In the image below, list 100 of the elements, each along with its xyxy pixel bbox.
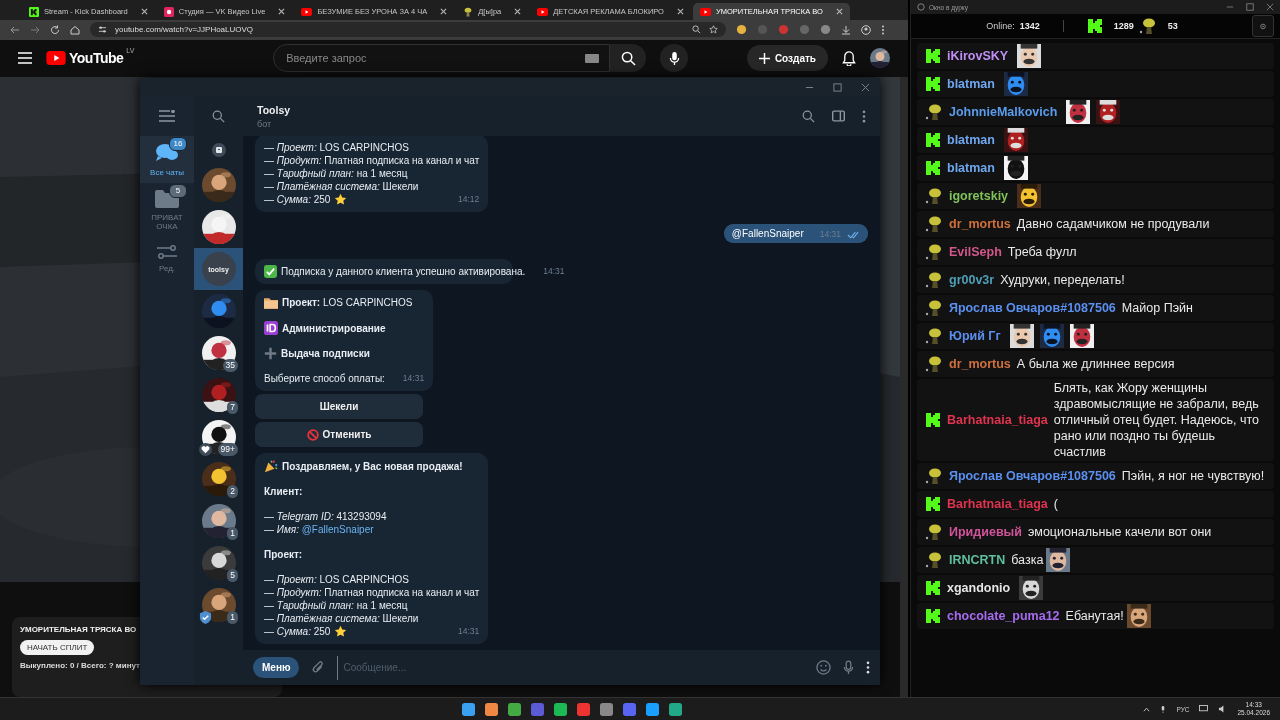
chat-item[interactable]: 1 — [194, 584, 243, 626]
menu-button[interactable]: Меню — [253, 657, 300, 678]
username[interactable]: Иридиевый — [949, 524, 1022, 540]
taskbar-app-icon[interactable] — [668, 702, 682, 716]
scrollbar[interactable] — [900, 77, 908, 697]
message-text: — Сумма: 250 — [264, 625, 331, 638]
mascot-icon — [925, 327, 943, 345]
mascot-icon — [925, 103, 943, 121]
microphone-icon[interactable] — [1160, 704, 1167, 714]
forward-icon[interactable] — [30, 24, 40, 35]
message-text: — Тарифный план: на 1 месяц — [264, 599, 408, 612]
more-icon[interactable] — [881, 24, 885, 35]
message-text: эмоциональные качели вот они — [1027, 524, 1212, 540]
viewer-count: 53 — [1167, 21, 1178, 31]
taskbar-app-icon[interactable] — [484, 702, 498, 716]
bell-icon[interactable] — [842, 50, 856, 66]
maximize-icon[interactable] — [1246, 3, 1254, 11]
username[interactable]: dr_mortus — [949, 356, 1011, 372]
taskbar-app-icon[interactable] — [553, 702, 567, 716]
site-logo[interactable]: YouTube — [69, 50, 124, 67]
username[interactable]: xgandonio — [947, 580, 1011, 596]
username[interactable]: Ярослав Овчаров#1087506 — [949, 468, 1116, 484]
username[interactable]: blatman — [947, 160, 995, 176]
message-text: — Платёжная система: Шекели — [264, 612, 419, 625]
username[interactable]: blatman — [947, 132, 995, 148]
username[interactable]: Barhatnaia_tiaga — [947, 496, 1048, 512]
message-text: — Продукт: Платная подписка на канал и чат — [264, 586, 480, 599]
taskbar-app-icon[interactable] — [530, 702, 544, 716]
close-icon[interactable] — [1266, 3, 1274, 11]
voice-search-button[interactable] — [660, 44, 689, 73]
create-button[interactable]: Создать — [746, 45, 828, 72]
close-icon[interactable] — [440, 8, 448, 15]
username[interactable]: Юрий Гг — [949, 328, 1001, 344]
message-text: Майор Пэйн — [1121, 300, 1193, 316]
more-icon[interactable] — [866, 661, 870, 674]
username[interactable]: igoretskiy — [949, 188, 1009, 204]
app-icon — [917, 3, 925, 11]
search-input[interactable]: Введите запрос — [284, 51, 586, 66]
mascot-icon — [925, 355, 943, 373]
online-label: Online: — [986, 21, 1015, 31]
close-icon[interactable] — [278, 8, 286, 15]
download-icon[interactable] — [841, 24, 851, 35]
taskbar-app-icon[interactable] — [461, 702, 475, 716]
message-input[interactable]: Сообщение... — [341, 661, 804, 674]
settings-button[interactable] — [1252, 15, 1274, 37]
mascot-icon — [925, 271, 943, 289]
site-info-icon[interactable] — [98, 25, 107, 35]
emoji-icon[interactable] — [816, 660, 831, 675]
username[interactable]: blatman — [947, 76, 995, 92]
search-button[interactable] — [610, 44, 647, 73]
logo-icon — [925, 496, 941, 512]
close-icon[interactable] — [676, 8, 684, 15]
logo-icon — [925, 132, 941, 148]
bookmark-star-icon[interactable] — [709, 25, 718, 35]
zoom-icon[interactable] — [692, 25, 701, 35]
username[interactable]: JohnnieMalkovich — [949, 104, 1058, 120]
username[interactable]: Ярослав Овчаров#1087506 — [949, 300, 1116, 316]
message-text: Давно садамчиком не продували — [1016, 216, 1210, 232]
search-field[interactable]: Введите запрос — [273, 44, 611, 73]
message-text: Ебанутая! — [1065, 608, 1124, 624]
mascot-icon — [1138, 17, 1157, 35]
mascot-icon — [925, 523, 943, 541]
logo-icon — [925, 76, 941, 92]
logo-icon — [925, 580, 941, 596]
close-icon[interactable] — [140, 8, 148, 15]
message-text: Пэйн, я ног не чувствую! — [1121, 468, 1265, 484]
username[interactable]: IRNCRTN — [949, 552, 1006, 568]
profile-icon[interactable] — [861, 24, 871, 35]
address-bar[interactable]: youtube.com/watch?v=JJPHoaLUOVQ — [90, 22, 726, 38]
split-button[interactable]: НАЧАТЬ СПЛИТ — [20, 640, 95, 655]
username[interactable]: EvilSeph — [949, 244, 1002, 260]
microphone-icon — [668, 50, 680, 66]
username[interactable]: gr00v3r — [949, 272, 995, 288]
reload-icon[interactable] — [50, 24, 60, 35]
taskbar-app-icon[interactable] — [645, 702, 659, 716]
taskbar-app-icon[interactable] — [622, 702, 636, 716]
stream-title: УМОРИТЕЛЬНАЯ ТРЯСКА ВО — [20, 625, 137, 634]
chevron-up-icon[interactable] — [1143, 706, 1151, 712]
monitor-icon[interactable] — [1199, 705, 1209, 713]
back-icon[interactable] — [10, 24, 20, 35]
taskbar-app-icon[interactable] — [599, 702, 613, 716]
extension-icon[interactable] — [736, 24, 747, 36]
paperclip-icon[interactable] — [311, 660, 326, 675]
home-icon[interactable] — [70, 24, 80, 35]
taskbar-app-icon[interactable] — [576, 702, 590, 716]
taskbar-app-icon[interactable] — [507, 702, 521, 716]
username[interactable]: dr_mortus — [949, 216, 1011, 232]
mascot-icon — [925, 187, 943, 205]
username[interactable]: iKirovSKY — [947, 48, 1009, 64]
close-icon[interactable] — [514, 8, 522, 15]
extension-icon[interactable] — [820, 24, 831, 36]
mascot-icon — [925, 299, 943, 317]
username[interactable]: chocolate_puma12 — [947, 608, 1060, 624]
play-icon — [699, 7, 711, 16]
play-icon — [46, 51, 66, 66]
logo-icon — [925, 608, 941, 624]
star-icon — [334, 625, 348, 638]
username[interactable]: Barhatnaia_tiaga — [947, 412, 1048, 428]
keyboard-icon[interactable] — [585, 53, 600, 63]
close-icon[interactable] — [835, 8, 843, 15]
